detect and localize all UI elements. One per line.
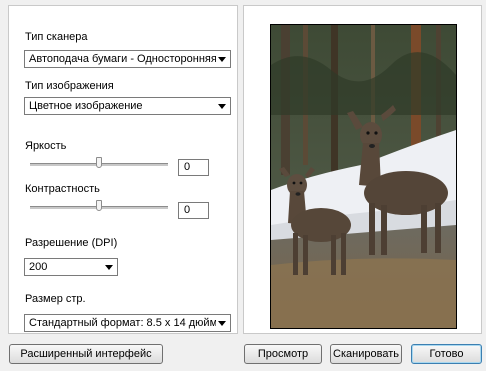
contrast-label: Контрастность <box>25 183 100 195</box>
dropdown-arrow-icon <box>218 321 226 326</box>
page-size-value: Стандартный формат: 8.5 x 14 дюйм <box>29 317 216 329</box>
image-type-dropdown[interactable]: Цветное изображение <box>24 97 231 115</box>
contrast-slider-thumb[interactable] <box>96 200 102 211</box>
brightness-slider-thumb[interactable] <box>96 157 102 168</box>
scan-button[interactable]: Сканировать <box>330 344 402 364</box>
contrast-input[interactable]: 0 <box>178 202 209 219</box>
done-button[interactable]: Готово <box>411 344 482 364</box>
page-size-dropdown[interactable]: Стандартный формат: 8.5 x 14 дюйм <box>24 314 231 332</box>
dropdown-arrow-icon <box>105 265 113 270</box>
scanner-type-dropdown[interactable]: Автоподача бумаги - Односторонняя <box>24 50 231 68</box>
dropdown-arrow-icon <box>218 57 226 62</box>
image-type-label: Тип изображения <box>25 80 114 92</box>
image-type-value: Цветное изображение <box>29 100 143 112</box>
brightness-label: Яркость <box>25 140 67 152</box>
preview-button[interactable]: Просмотр <box>244 344 322 364</box>
brightness-slider[interactable] <box>30 156 168 172</box>
resolution-dropdown[interactable]: 200 <box>24 258 118 276</box>
dropdown-arrow-icon <box>218 104 226 109</box>
resolution-value: 200 <box>29 261 48 273</box>
brightness-input[interactable]: 0 <box>178 159 209 176</box>
deer-photo <box>271 25 456 328</box>
page-size-label: Размер стр. <box>25 293 86 305</box>
advanced-interface-button[interactable]: Расширенный интерфейс <box>9 344 163 364</box>
scan-preview-image <box>270 24 457 329</box>
scanner-type-value: Автоподача бумаги - Односторонняя <box>29 53 216 65</box>
resolution-label: Разрешение (DPI) <box>25 237 118 249</box>
contrast-slider[interactable] <box>30 199 168 215</box>
scanner-type-label: Тип сканера <box>25 31 88 43</box>
